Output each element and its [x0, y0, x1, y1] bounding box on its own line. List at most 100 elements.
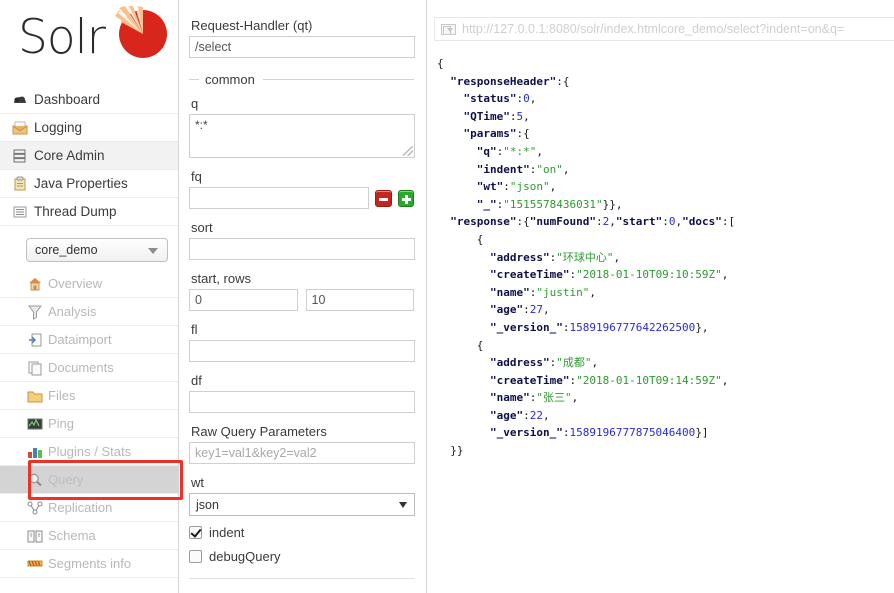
sidebar-item-documents[interactable]: Documents — [0, 354, 178, 382]
sidebar-item-label: Schema — [48, 528, 96, 543]
plus-button-icon[interactable] — [397, 189, 414, 207]
sidebar-item-label: Files — [48, 388, 76, 403]
fl-input[interactable] — [189, 340, 415, 362]
sidebar-item-ping[interactable]: Ping — [0, 410, 178, 438]
query-form-panel: Request-Handler (qt) /select common q *:… — [179, 0, 427, 593]
sidebar-item-logging[interactable]: Logging — [0, 114, 178, 142]
rows-input[interactable]: 10 — [305, 289, 414, 311]
sidebar-item-label: Documents — [48, 360, 114, 375]
sidebar-item-thread-dump[interactable]: Thread Dump — [0, 198, 178, 226]
common-fieldset-legend: common — [189, 72, 414, 87]
request-handler-input[interactable]: /select — [189, 36, 415, 58]
sidebar-item-overview[interactable]: Overview — [0, 270, 178, 298]
raw-query-parameters-label: Raw Query Parameters — [191, 424, 327, 439]
start-rows-row: 0 10 — [189, 289, 414, 311]
fq-label: fq — [191, 169, 202, 184]
wt-label: wt — [191, 475, 204, 490]
solr-logo[interactable]: Solr — [0, 0, 178, 86]
main-nav: Dashboard Logging Core Admin Java Proper… — [0, 86, 178, 226]
result-panel: http://127.0.0.1:8080/solr/index.htmlcor… — [427, 0, 894, 593]
replication-icon — [27, 501, 43, 514]
sidebar-item-label: Logging — [34, 120, 83, 135]
sidebar-item-files[interactable]: Files — [0, 382, 178, 410]
solr-logo-text: Solr — [18, 10, 106, 65]
fl-label: fl — [191, 322, 198, 337]
sidebar-item-label: Analysis — [48, 304, 97, 319]
sidebar-item-label: Core Admin — [34, 148, 105, 163]
indent-label: indent — [209, 525, 245, 540]
indent-checkbox-row[interactable]: indent — [189, 525, 414, 540]
sidebar-item-dashboard[interactable]: Dashboard — [0, 86, 178, 114]
sidebar-item-core-admin[interactable]: Core Admin — [0, 142, 178, 170]
query-search-icon — [29, 473, 42, 486]
chevron-down-icon — [148, 248, 158, 254]
overview-icon — [29, 277, 41, 290]
json-response-output: { "responseHeader":{ "status":0, "QTime"… — [437, 57, 736, 458]
sidebar-item-label: Plugins / Stats — [48, 444, 132, 459]
sidebar: Solr Dashboard Logging Core Admin Java P… — [0, 0, 183, 593]
thread-dump-icon — [13, 206, 27, 217]
files-icon — [27, 391, 43, 402]
sidebar-item-label: Thread Dump — [34, 204, 117, 219]
sidebar-item-label: Overview — [48, 276, 103, 291]
schema-icon — [27, 530, 43, 542]
df-label: df — [191, 373, 202, 388]
fq-row — [189, 187, 414, 209]
solr-admin-window: Solr Dashboard Logging Core Admin Java P… — [0, 0, 894, 593]
q-textarea[interactable]: *:* — [189, 114, 415, 158]
start-input[interactable]: 0 — [189, 289, 298, 311]
chevron-down-icon — [399, 502, 407, 508]
result-url-bar[interactable]: http://127.0.0.1:8080/solr/index.htmlcor… — [434, 17, 894, 41]
raw-query-parameters-input[interactable]: key1=val1&key2=val2 — [189, 442, 415, 464]
logging-icon — [12, 121, 28, 134]
sort-input[interactable] — [189, 238, 415, 260]
wt-selected-value: json — [196, 497, 219, 512]
sidebar-item-label: Dashboard — [34, 92, 101, 107]
sidebar-item-plugins-stats[interactable]: Plugins / Stats — [0, 438, 178, 466]
sort-label: sort — [191, 220, 213, 235]
sidebar-item-replication[interactable]: Replication — [0, 494, 178, 522]
sidebar-item-label: Java Properties — [34, 176, 128, 191]
resize-grip-icon[interactable] — [403, 146, 413, 156]
sidebar-item-schema[interactable]: Schema — [0, 522, 178, 550]
debug-query-checkbox[interactable] — [189, 550, 202, 563]
indent-checkbox[interactable] — [189, 526, 202, 539]
sidebar-item-label: Replication — [48, 500, 113, 515]
q-label: q — [191, 96, 199, 111]
ping-icon — [27, 418, 43, 429]
sidebar-item-dataimport[interactable]: Dataimport — [0, 326, 178, 354]
minus-button-icon[interactable] — [375, 189, 392, 207]
java-properties-icon — [14, 176, 26, 190]
page-select-icon — [441, 23, 456, 35]
start-rows-label: start, rows — [191, 271, 251, 286]
sidebar-item-java-properties[interactable]: Java Properties — [0, 170, 178, 198]
debug-query-label: debugQuery — [209, 549, 281, 564]
core-selector-value: core_demo — [35, 243, 98, 257]
df-input[interactable] — [189, 391, 415, 413]
wt-select[interactable]: json — [189, 493, 415, 516]
segments-info-icon — [27, 560, 43, 566]
fq-input[interactable] — [189, 187, 370, 209]
core-selector-wrap: core_demo — [0, 226, 178, 270]
debug-query-checkbox-row[interactable]: debugQuery — [189, 549, 414, 564]
core-nav: Overview Analysis Dataimport Documents F… — [0, 270, 178, 578]
sidebar-item-label: Ping — [48, 416, 75, 431]
sidebar-item-label: Segments info — [48, 556, 132, 571]
sidebar-item-query[interactable]: Query — [0, 466, 178, 494]
common-legend-text: common — [205, 72, 255, 87]
analysis-icon — [28, 305, 42, 320]
request-handler-label: Request-Handler (qt) — [191, 18, 313, 33]
sidebar-item-analysis[interactable]: Analysis — [0, 298, 178, 326]
core-admin-icon — [13, 149, 26, 163]
documents-icon — [28, 361, 42, 375]
dashboard-icon — [14, 96, 26, 103]
legend-dash-right — [262, 79, 414, 80]
legend-dash-left — [189, 79, 199, 80]
form-divider — [189, 578, 415, 579]
plugins-stats-icon — [28, 447, 42, 458]
sidebar-item-segments-info[interactable]: Segments info — [0, 550, 178, 578]
dataimport-icon — [29, 333, 42, 346]
result-url-text: http://127.0.0.1:8080/solr/index.htmlcor… — [462, 22, 845, 36]
sidebar-item-label: Dataimport — [48, 332, 112, 347]
core-selector[interactable]: core_demo — [26, 238, 168, 262]
